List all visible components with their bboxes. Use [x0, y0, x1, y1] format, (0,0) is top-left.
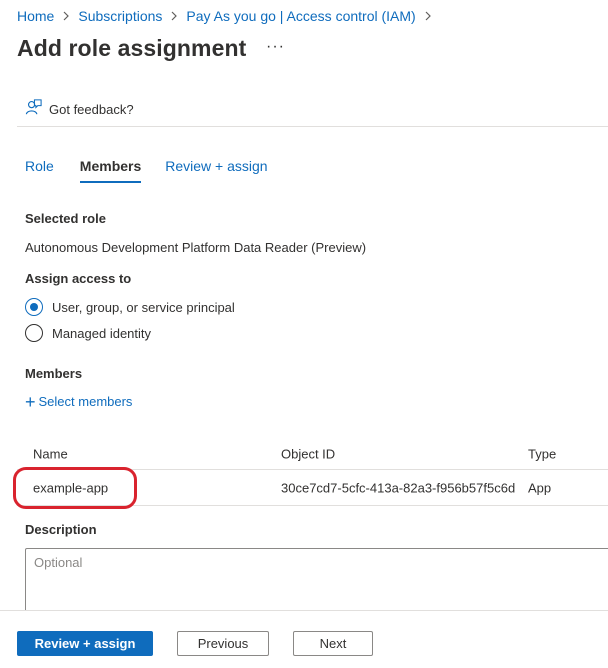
member-name: example-app [33, 480, 109, 496]
next-button[interactable]: Next [293, 631, 373, 656]
member-type: App [528, 480, 552, 496]
review-assign-button[interactable]: Review + assign [17, 631, 153, 656]
select-members-link[interactable]: + Select members [25, 391, 133, 412]
member-object-id: 30ce7cd7-5cfc-413a-82a3-f956b57f5c6d [281, 480, 516, 496]
breadcrumb-subscriptions[interactable]: Subscriptions [78, 8, 162, 24]
select-members-label: Select members [38, 394, 133, 409]
breadcrumb: Home Subscriptions Pay As you go | Acces… [17, 8, 440, 24]
chevron-right-icon [170, 11, 178, 21]
page-title: Add role assignment [17, 35, 247, 61]
more-options-button[interactable]: ··· [266, 38, 285, 56]
selected-role-value: Autonomous Development Platform Data Rea… [25, 240, 367, 255]
table-row[interactable]: example-app 30ce7cd7-5cfc-413a-82a3-f956… [17, 471, 608, 506]
radio-managed-identity[interactable]: Managed identity [25, 324, 151, 342]
feedback-label: Got feedback? [49, 101, 134, 117]
radio-button-unchecked[interactable] [25, 324, 43, 342]
radio-label-user-group-principal: User, group, or service principal [52, 299, 235, 315]
members-table-header: Name Object ID Type [17, 438, 608, 470]
feedback-icon [24, 98, 43, 120]
chevron-right-icon [62, 11, 70, 21]
column-header-object-id: Object ID [281, 446, 336, 461]
radio-button-checked[interactable] [25, 298, 43, 316]
assign-access-heading: Assign access to [25, 271, 132, 286]
footer-bar: Review + assign Previous Next [0, 610, 608, 668]
column-header-type: Type [528, 446, 557, 461]
radio-label-managed-identity: Managed identity [52, 325, 152, 341]
plus-icon: + [25, 391, 36, 412]
breadcrumb-home[interactable]: Home [17, 8, 54, 24]
feedback-button[interactable]: Got feedback? [24, 98, 134, 120]
tab-members[interactable]: Members [79, 158, 142, 183]
chevron-right-icon [424, 11, 432, 21]
tab-review-assign[interactable]: Review + assign [165, 158, 267, 180]
breadcrumb-access-control[interactable]: Pay As you go | Access control (IAM) [186, 8, 415, 24]
description-heading: Description [25, 522, 97, 537]
radio-user-group-principal[interactable]: User, group, or service principal [25, 298, 235, 316]
toolbar-divider [17, 126, 608, 127]
selected-role-heading: Selected role [25, 211, 106, 226]
column-header-name: Name [33, 446, 68, 461]
members-heading: Members [25, 366, 83, 381]
tab-role[interactable]: Role [25, 158, 54, 180]
tab-bar: Role Members Review + assign [25, 158, 268, 183]
previous-button[interactable]: Previous [177, 631, 269, 656]
description-field[interactable] [25, 548, 608, 616]
